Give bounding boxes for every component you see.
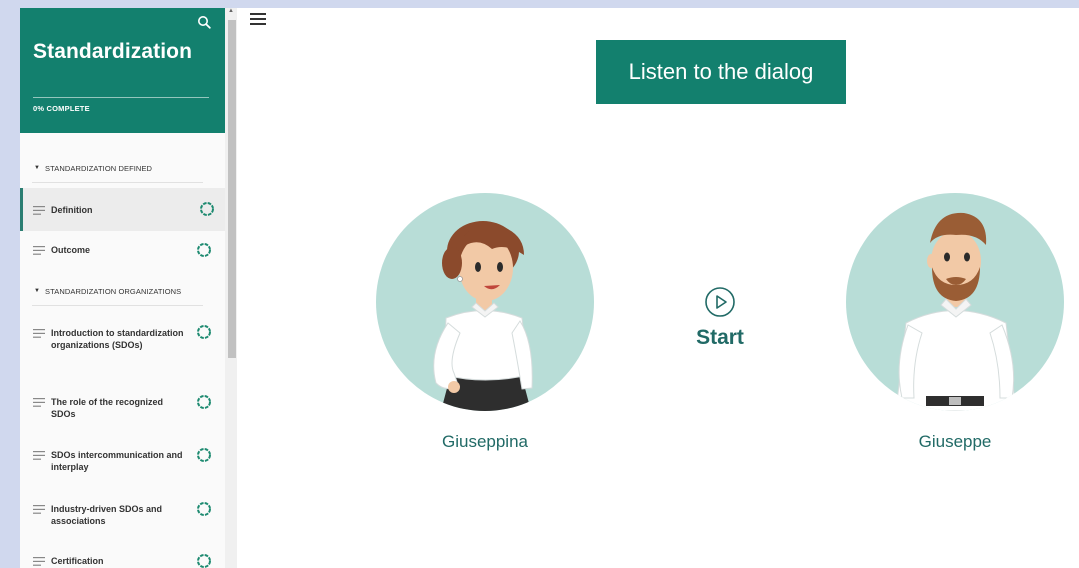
course-title: Standardization [33, 40, 193, 63]
sidebar-header: Standardization 0% COMPLETE [20, 8, 225, 133]
progress-ring-icon [197, 502, 211, 516]
progress-ring-icon [197, 395, 211, 409]
lesson-lines-icon [33, 451, 45, 460]
section-standardization-organizations[interactable]: ▼ STANDARDIZATION ORGANIZATIONS [20, 278, 225, 304]
giuseppe-avatar [846, 193, 1064, 411]
scrollbar-thumb[interactable] [228, 20, 236, 358]
lesson-item-outcome[interactable]: Outcome [20, 243, 225, 258]
lesson-item-definition[interactable]: Definition [20, 188, 225, 231]
course-progress: 0% COMPLETE [33, 104, 90, 113]
lesson-item-introduction-sdos[interactable]: Introduction to standardization organiza… [20, 325, 225, 365]
progress-ring-icon [200, 202, 214, 216]
lesson-label: SDOs intercommunication and interplay [51, 450, 183, 472]
lesson-lines-icon [33, 557, 45, 566]
character-name-giuseppina: Giuseppina [441, 432, 528, 451]
course-sidebar: Standardization 0% COMPLETE ▼ STANDARDIZ… [20, 8, 225, 568]
lesson-lines-icon [33, 206, 45, 215]
lesson-label: Certification [51, 556, 104, 566]
lesson-label: The role of the recognized SDOs [51, 397, 164, 419]
play-icon[interactable] [704, 286, 736, 318]
start-label[interactable]: Start [670, 326, 770, 350]
search-icon[interactable] [197, 15, 211, 29]
lesson-lines-icon [33, 246, 45, 255]
lesson-lines-icon [33, 505, 45, 514]
progress-ring-icon [197, 448, 211, 462]
lesson-item-role-recognized-sdos[interactable]: The role of the recognized SDOs [20, 395, 225, 422]
section-standardization-defined[interactable]: ▼ STANDARDIZATION DEFINED [20, 155, 225, 181]
listen-dialog-button[interactable]: Listen to the dialog [596, 40, 846, 104]
progress-ring-icon [197, 243, 211, 257]
lesson-lines-icon [33, 398, 45, 407]
lesson-label: Definition [51, 204, 93, 215]
scroll-up-arrow-icon[interactable]: ▲ [228, 8, 234, 14]
progress-ring-icon [197, 325, 211, 339]
progress-ring-icon [197, 554, 211, 568]
lesson-lines-icon [33, 329, 45, 338]
section-divider [32, 305, 203, 306]
main-content: Listen to the dialog Giuseppina Start Gi… [237, 8, 1079, 568]
caret-down-icon: ▼ [34, 288, 41, 294]
section-divider [32, 182, 203, 183]
header-divider [33, 97, 209, 98]
lesson-item-sdos-intercommunication[interactable]: SDOs intercommunication and interplay [20, 448, 225, 475]
lesson-label: Outcome [51, 245, 91, 255]
character-name-giuseppe: Giuseppe [918, 432, 992, 451]
hamburger-menu-icon[interactable] [250, 12, 266, 26]
giuseppina-avatar [376, 193, 594, 411]
lesson-item-industry-driven-sdos[interactable]: Industry-driven SDOs and associations [20, 502, 225, 529]
lesson-item-certification[interactable]: Certification [20, 554, 225, 568]
caret-down-icon: ▼ [34, 165, 41, 171]
lesson-label: Introduction to standardization organiza… [51, 328, 184, 350]
section-label: STANDARDIZATION ORGANIZATIONS [45, 286, 182, 296]
section-label: STANDARDIZATION DEFINED [45, 163, 153, 173]
lesson-label: Industry-driven SDOs and associations [51, 504, 163, 526]
sidebar-scrollbar[interactable]: ▲ [225, 8, 237, 568]
